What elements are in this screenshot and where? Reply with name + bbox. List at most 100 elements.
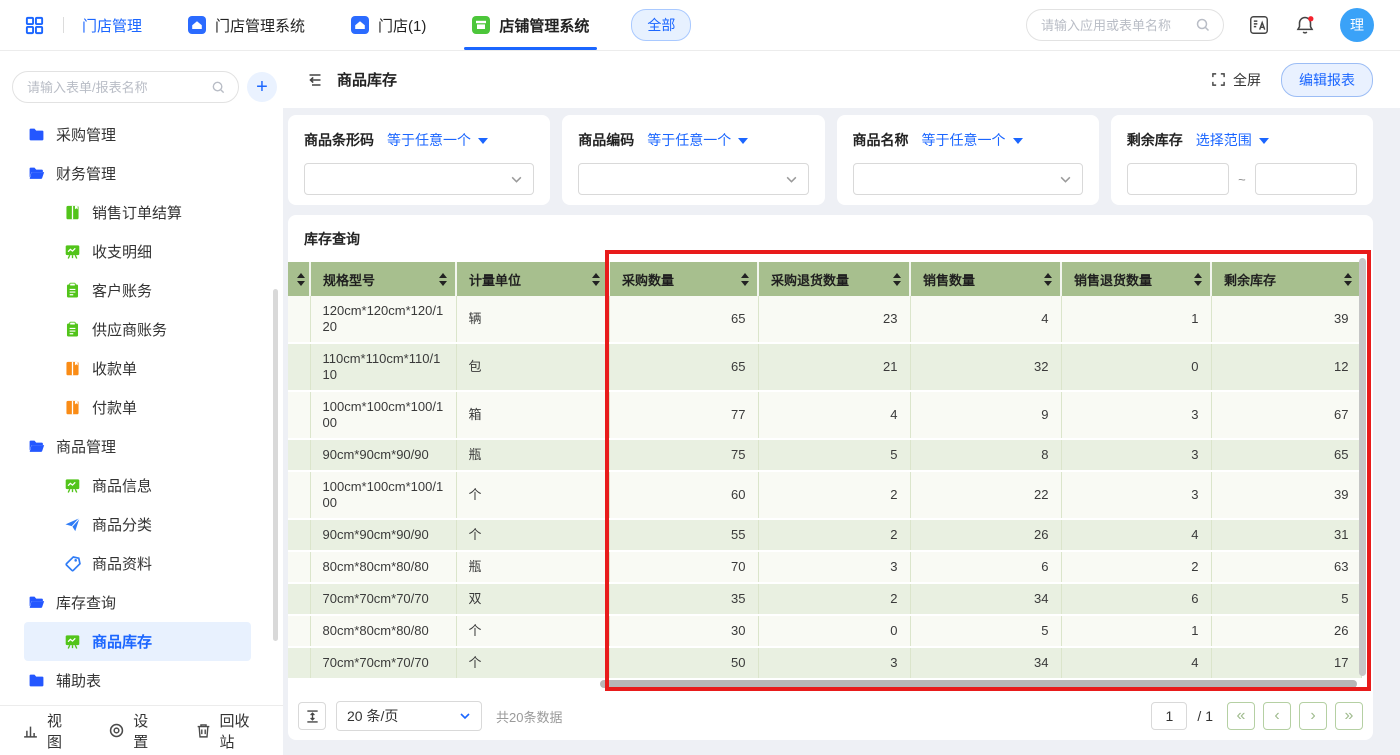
table-row[interactable]: 80cm*80cm*80/80个3005126 (288, 615, 1361, 647)
translate-icon[interactable] (1248, 14, 1270, 36)
sidebar-search[interactable] (12, 71, 239, 103)
tab-2[interactable]: 门店(1) (351, 0, 426, 50)
value-cell: 35 (609, 583, 758, 615)
sort-icon[interactable] (1194, 273, 1202, 286)
avatar[interactable]: 理 (1340, 8, 1374, 42)
range-max-input[interactable] (1255, 163, 1357, 195)
spec-cell: 90cm*90cm*90/90 (310, 519, 456, 551)
sidebar-item-2[interactable]: 财务管理 (0, 154, 283, 193)
column-header-4[interactable]: 采购数量 (609, 262, 758, 296)
sidebar-item-15[interactable]: 辅助表 (0, 661, 283, 700)
column-header-3[interactable]: 计量单位 (456, 262, 609, 296)
divider (63, 17, 64, 33)
first-page-button[interactable]: « (1227, 702, 1255, 730)
add-form-button[interactable]: + (247, 72, 277, 102)
sidebar-item-7[interactable]: 收款单 (0, 349, 283, 388)
sidebar-item-11[interactable]: 商品分类 (0, 505, 283, 544)
table-row[interactable]: 90cm*90cm*90/90个55226431 (288, 519, 1361, 551)
apps-grid-icon[interactable] (24, 15, 45, 36)
all-pill[interactable]: 全部 (631, 9, 691, 41)
vertical-scrollbar[interactable] (1359, 258, 1366, 676)
sidebar-item-6[interactable]: 供应商账务 (0, 310, 283, 349)
column-header-5[interactable]: 采购退货数量 (758, 262, 910, 296)
filter-operator[interactable]: 等于任意一个 (387, 130, 488, 150)
table-row[interactable]: 100cm*100cm*100/100个60222339 (288, 471, 1361, 519)
row-select-cell (288, 519, 310, 551)
sidebar-search-input[interactable] (25, 79, 205, 96)
value-cell: 65 (609, 296, 758, 343)
sidebar-item-1[interactable]: 采购管理 (0, 115, 283, 154)
fullscreen-button[interactable]: 全屏 (1211, 70, 1261, 90)
sidebar-item-3[interactable]: 销售订单结算 (0, 193, 283, 232)
table-row[interactable]: 70cm*70cm*70/70双3523465 (288, 583, 1361, 615)
sort-icon[interactable] (592, 273, 600, 286)
sidebar-item-9[interactable]: 商品管理 (0, 427, 283, 466)
page-number-input[interactable] (1151, 702, 1187, 730)
sidebar-item-13[interactable]: 库存查询 (0, 583, 283, 622)
filter-operator[interactable]: 等于任意一个 (922, 130, 1023, 150)
value-cell: 17 (1211, 647, 1361, 679)
board-icon (64, 477, 81, 494)
column-header-1[interactable] (288, 262, 310, 296)
table-row[interactable]: 120cm*120cm*120/120辆65234139 (288, 296, 1361, 343)
sidebar-item-4[interactable]: 收支明细 (0, 232, 283, 271)
column-header-2[interactable]: 规格型号 (310, 262, 456, 296)
sidebar-item-8[interactable]: 付款单 (0, 388, 283, 427)
tab-3[interactable]: 店铺管理系统 (472, 0, 589, 50)
value-cell: 39 (1211, 296, 1361, 343)
filter-select[interactable] (578, 163, 808, 195)
filter-select[interactable] (304, 163, 534, 195)
total-pages-text: / 1 (1197, 708, 1213, 724)
value-cell: 9 (910, 391, 1061, 439)
sidebar-item-label: 商品管理 (56, 436, 116, 457)
footer-label: 回收站 (220, 710, 262, 752)
page-size-select[interactable]: 20 条/页 (336, 701, 482, 731)
horizontal-scrollbar[interactable] (600, 680, 1357, 688)
filter-select[interactable] (853, 163, 1083, 195)
sort-icon[interactable] (1344, 273, 1352, 286)
sort-icon[interactable] (297, 273, 305, 286)
sort-icon[interactable] (893, 273, 901, 286)
prev-page-button[interactable]: ‹ (1263, 702, 1291, 730)
table-row[interactable]: 100cm*100cm*100/100箱7749367 (288, 391, 1361, 439)
topbar-search-input[interactable] (1039, 17, 1189, 34)
collapse-sidebar-icon[interactable] (305, 71, 323, 89)
column-header-7[interactable]: 销售退货数量 (1061, 262, 1211, 296)
footer-chart-bars[interactable]: 视图 (22, 710, 74, 752)
store-manage-link[interactable]: 门店管理 (82, 15, 142, 36)
range-min-input[interactable] (1127, 163, 1229, 195)
unit-cell: 包 (456, 343, 609, 391)
topbar-search[interactable] (1026, 9, 1224, 41)
sidebar-item-14[interactable]: 商品库存 (24, 622, 251, 661)
filter-operator[interactable]: 等于任意一个 (647, 130, 748, 150)
table-row[interactable]: 90cm*90cm*90/90瓶7558365 (288, 439, 1361, 471)
sort-icon[interactable] (1044, 273, 1052, 286)
column-header-8[interactable]: 剩余库存 (1211, 262, 1361, 296)
sidebar-item-10[interactable]: 商品信息 (0, 466, 283, 505)
tab-1[interactable]: 门店管理系统 (188, 0, 305, 50)
table-row[interactable]: 110cm*110cm*110/110包652132012 (288, 343, 1361, 391)
bell-icon[interactable] (1294, 14, 1316, 36)
value-cell: 6 (910, 551, 1061, 583)
table-row[interactable]: 80cm*80cm*80/80瓶7036263 (288, 551, 1361, 583)
footer-gear[interactable]: 设置 (108, 710, 160, 752)
next-page-button[interactable]: › (1299, 702, 1327, 730)
filter-operator[interactable]: 选择范围 (1196, 130, 1269, 150)
sidebar-item-label: 供应商账务 (92, 319, 167, 340)
sidebar-item-12[interactable]: 商品资料 (0, 544, 283, 583)
sidebar-item-label: 销售订单结算 (92, 202, 182, 223)
unit-cell: 个 (456, 615, 609, 647)
last-page-button[interactable]: » (1335, 702, 1363, 730)
value-cell: 3 (758, 551, 910, 583)
sort-icon[interactable] (439, 273, 447, 286)
footer-trash[interactable]: 回收站 (195, 710, 262, 752)
sidebar-scrollbar[interactable] (273, 289, 278, 641)
column-header-6[interactable]: 销售数量 (910, 262, 1061, 296)
spec-cell: 100cm*100cm*100/100 (310, 391, 456, 439)
row-height-button[interactable] (298, 702, 326, 730)
table-row[interactable]: 70cm*70cm*70/70个50334417 (288, 647, 1361, 679)
sort-icon[interactable] (741, 273, 749, 286)
edit-report-button[interactable]: 编辑报表 (1281, 63, 1373, 97)
spec-cell: 70cm*70cm*70/70 (310, 583, 456, 615)
sidebar-item-5[interactable]: 客户账务 (0, 271, 283, 310)
